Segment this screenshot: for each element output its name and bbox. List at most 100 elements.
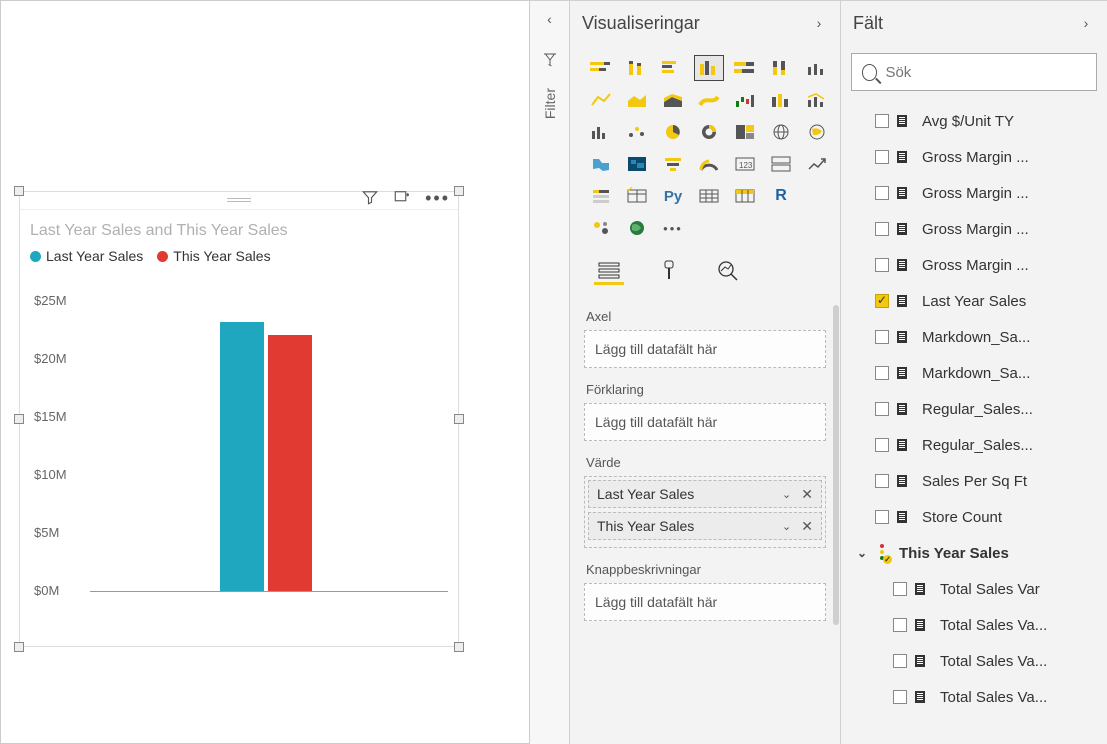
- viz-ribbon-icon[interactable]: [694, 87, 724, 113]
- viz-slicer-icon[interactable]: [586, 183, 616, 209]
- viz-line-icon[interactable]: [586, 87, 616, 113]
- well-axis[interactable]: Lägg till datafält här: [584, 330, 826, 368]
- field-row[interactable]: Last Year Sales: [847, 283, 1101, 319]
- field-row[interactable]: Gross Margin ...: [847, 247, 1101, 283]
- viz-area-icon[interactable]: [622, 87, 652, 113]
- viz-stacked-column-icon[interactable]: [622, 55, 652, 81]
- viz-clustered-column-icon[interactable]: [694, 55, 724, 81]
- resize-handle[interactable]: [14, 414, 24, 424]
- field-row[interactable]: Gross Margin ...: [847, 139, 1101, 175]
- field-checkbox[interactable]: [875, 510, 889, 524]
- viz-more-icon[interactable]: •••: [658, 215, 688, 241]
- field-row[interactable]: Markdown_Sa...: [847, 355, 1101, 391]
- expand-chevron-icon[interactable]: ›: [1077, 15, 1095, 31]
- chevron-down-icon[interactable]: ⌄: [782, 520, 791, 533]
- field-checkbox[interactable]: [893, 690, 907, 704]
- resize-handle[interactable]: [454, 414, 464, 424]
- scrollbar-thumb[interactable]: [833, 305, 839, 625]
- well-legend[interactable]: Lägg till datafält här: [584, 403, 826, 441]
- viz-filled-map-icon[interactable]: [802, 119, 832, 145]
- filter-pane-label[interactable]: Filter: [542, 88, 558, 119]
- format-tab[interactable]: [654, 257, 684, 285]
- viz-card-icon[interactable]: [586, 119, 616, 145]
- report-canvas[interactable]: ••• Last Year Sales and This Year Sales …: [0, 0, 530, 744]
- fields-tab[interactable]: [594, 257, 624, 285]
- viz-matrix-icon[interactable]: [694, 183, 724, 209]
- field-checkbox[interactable]: [875, 222, 889, 236]
- viz-funnel-hier-icon[interactable]: [766, 87, 796, 113]
- field-row[interactable]: Total Sales Var: [847, 571, 1101, 607]
- viz-clustered-bar-icon[interactable]: [658, 55, 688, 81]
- analytics-tab[interactable]: [714, 257, 744, 285]
- viz-treemap-icon[interactable]: [730, 119, 760, 145]
- field-checkbox[interactable]: [875, 294, 889, 308]
- collapse-chevron-icon[interactable]: ‹: [547, 11, 552, 27]
- viz-python-icon[interactable]: Py: [658, 183, 688, 209]
- viz-donut-icon[interactable]: [694, 119, 724, 145]
- field-checkbox[interactable]: [875, 474, 889, 488]
- bar-chart-visual[interactable]: ••• Last Year Sales and This Year Sales …: [19, 191, 459, 647]
- viz-stacked-bar-icon[interactable]: [586, 55, 616, 81]
- viz-map-icon[interactable]: [766, 119, 796, 145]
- viz-arcgis-icon[interactable]: [622, 215, 652, 241]
- field-checkbox[interactable]: [893, 618, 907, 632]
- viz-scatter-icon[interactable]: [622, 119, 652, 145]
- field-checkbox[interactable]: [893, 582, 907, 596]
- value-pill[interactable]: This Year Sales ⌄ ✕: [588, 512, 822, 540]
- value-pill[interactable]: Last Year Sales ⌄ ✕: [588, 480, 822, 508]
- field-row[interactable]: Sales Per Sq Ft: [847, 463, 1101, 499]
- field-list[interactable]: Avg $/Unit TYGross Margin ...Gross Margi…: [841, 103, 1107, 744]
- field-checkbox[interactable]: [875, 186, 889, 200]
- viz-kpi-icon[interactable]: [802, 151, 832, 177]
- viz-matrix2-icon[interactable]: [730, 183, 760, 209]
- remove-icon[interactable]: ✕: [801, 518, 813, 535]
- field-checkbox[interactable]: [875, 366, 889, 380]
- field-row[interactable]: Regular_Sales...: [847, 391, 1101, 427]
- well-tooltip[interactable]: Lägg till datafält här: [584, 583, 826, 621]
- well-value[interactable]: Last Year Sales ⌄ ✕ This Year Sales ⌄ ✕: [584, 476, 826, 548]
- fields-search[interactable]: [851, 53, 1097, 91]
- field-row[interactable]: Avg $/Unit TY: [847, 103, 1101, 139]
- viz-table-icon[interactable]: [622, 183, 652, 209]
- viz-pie-icon[interactable]: [658, 119, 688, 145]
- drag-grip[interactable]: [227, 198, 251, 202]
- expand-chevron-icon[interactable]: ⌄: [857, 546, 869, 560]
- resize-handle[interactable]: [14, 642, 24, 652]
- search-input[interactable]: [885, 64, 1086, 81]
- field-row[interactable]: Markdown_Sa...: [847, 319, 1101, 355]
- viz-key-influencers-icon[interactable]: [586, 215, 616, 241]
- field-row[interactable]: ⌄✓This Year Sales: [847, 535, 1101, 571]
- field-checkbox[interactable]: [875, 114, 889, 128]
- field-checkbox[interactable]: [875, 150, 889, 164]
- field-checkbox[interactable]: [875, 438, 889, 452]
- viz-stacked-area-icon[interactable]: [658, 87, 688, 113]
- field-row[interactable]: Total Sales Va...: [847, 679, 1101, 715]
- viz-multi-card-icon[interactable]: [766, 151, 796, 177]
- bar-this-year[interactable]: [268, 335, 312, 591]
- filter-icon[interactable]: [541, 51, 559, 72]
- focus-mode-icon[interactable]: [393, 188, 411, 211]
- field-checkbox[interactable]: [893, 654, 907, 668]
- viz-line-column-icon[interactable]: [802, 87, 832, 113]
- filter-icon[interactable]: [361, 188, 379, 211]
- resize-handle[interactable]: [454, 642, 464, 652]
- viz-gauge-icon[interactable]: [694, 151, 724, 177]
- chevron-down-icon[interactable]: ⌄: [782, 488, 791, 501]
- viz-100stacked-bar-icon[interactable]: [730, 55, 760, 81]
- viz-combo-icon[interactable]: [802, 55, 832, 81]
- viz-r-icon[interactable]: R: [766, 183, 796, 209]
- viz-funnel-icon[interactable]: [658, 151, 688, 177]
- field-checkbox[interactable]: [875, 330, 889, 344]
- field-row[interactable]: Total Sales Va...: [847, 607, 1101, 643]
- field-checkbox[interactable]: [875, 258, 889, 272]
- expand-chevron-icon[interactable]: ›: [810, 15, 828, 31]
- remove-icon[interactable]: ✕: [801, 486, 813, 503]
- viz-card-number-icon[interactable]: 123: [730, 151, 760, 177]
- field-row[interactable]: Gross Margin ...: [847, 175, 1101, 211]
- field-row[interactable]: Total Sales Va...: [847, 643, 1101, 679]
- viz-azure-map-icon[interactable]: [622, 151, 652, 177]
- viz-100stacked-column-icon[interactable]: [766, 55, 796, 81]
- bar-last-year[interactable]: [220, 322, 264, 591]
- field-row[interactable]: Gross Margin ...: [847, 211, 1101, 247]
- viz-waterfall-icon[interactable]: [730, 87, 760, 113]
